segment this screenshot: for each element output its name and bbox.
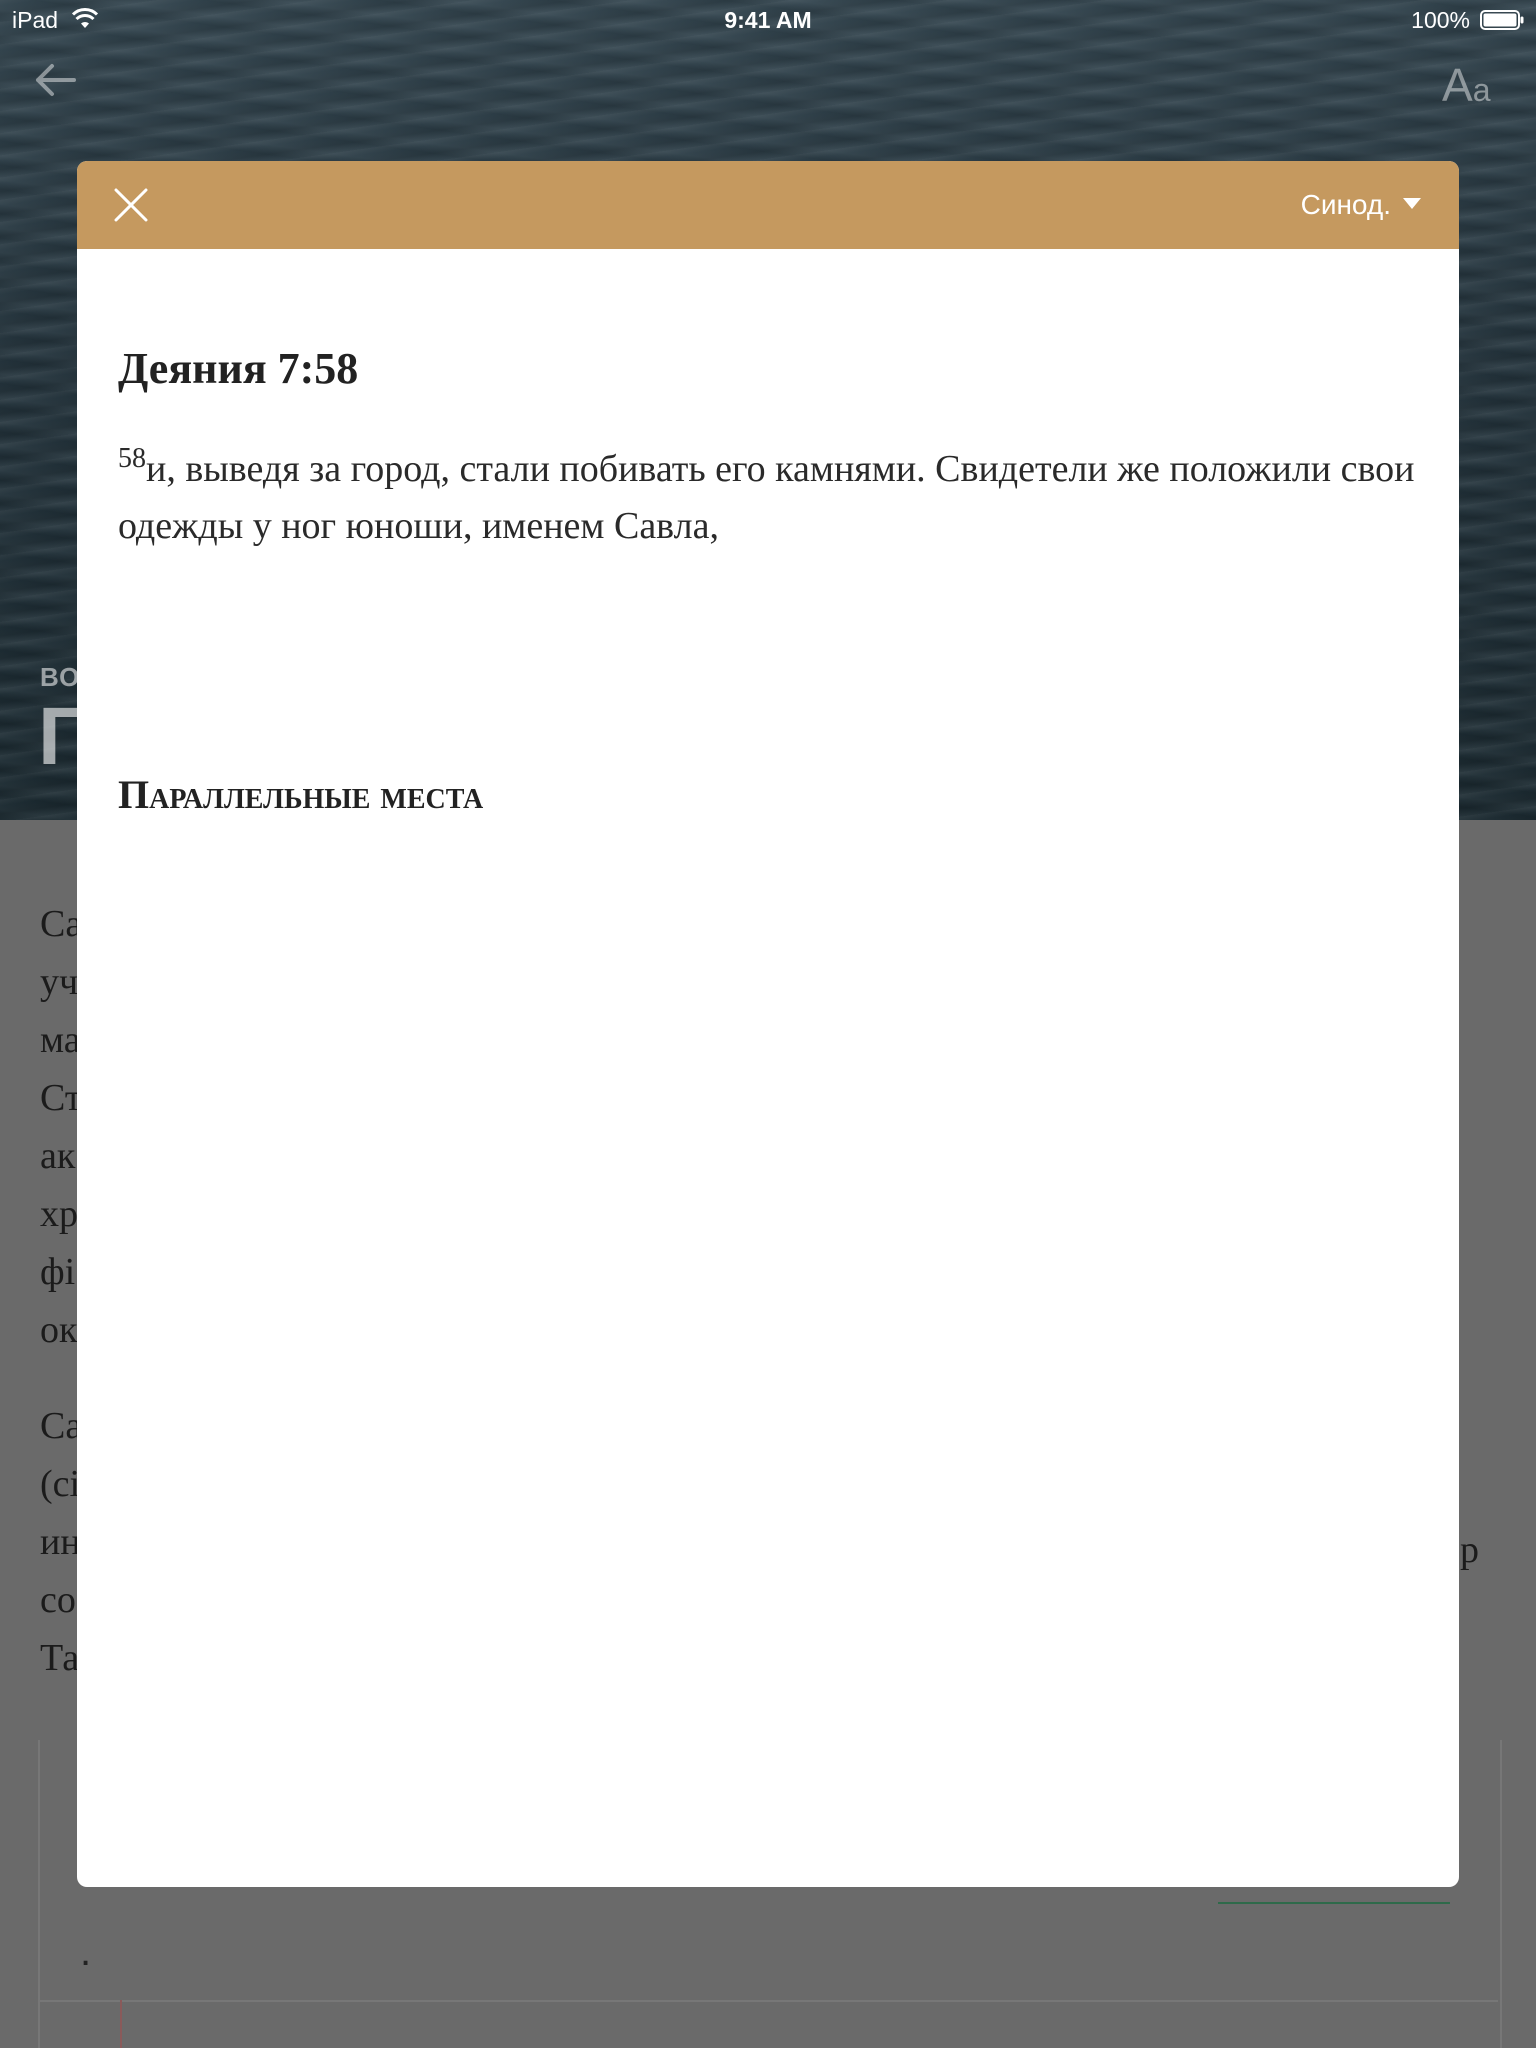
screen: iPad 9:41 AM 100% Aa ВО Г Са уч ма Ст ак…	[0, 0, 1536, 2048]
close-icon[interactable]	[111, 185, 151, 225]
article-line: Ст	[40, 1077, 82, 1119]
hero-kicker: ВО	[40, 662, 81, 692]
article-line: со	[40, 1579, 76, 1621]
verse-text-block: 58и, выведя за город, стали побивать его…	[118, 441, 1418, 555]
article-line: ма	[40, 1019, 81, 1061]
verse-reference: Деяния 7:58	[118, 344, 359, 393]
verse-modal: Синод. Деяния 7:58 58и, выведя за город,…	[77, 161, 1459, 1887]
background-link-underline	[1218, 1902, 1450, 1904]
background-dot: .	[80, 1930, 92, 1974]
article-line: Са	[40, 1405, 83, 1447]
article-line-fragment: р	[1460, 1529, 1479, 1571]
status-bar: iPad 9:41 AM 100%	[0, 0, 1536, 40]
article-line: Са	[40, 903, 83, 945]
font-size-icon-small: a	[1472, 72, 1491, 108]
article-line: фі	[40, 1251, 76, 1293]
article-line: ин	[40, 1521, 81, 1563]
verse-number: 58	[118, 443, 146, 474]
background-card-divider	[38, 2000, 1498, 2002]
article-line: ок	[40, 1309, 78, 1351]
status-time: 9:41 AM	[724, 7, 812, 33]
parallel-passages-heading: Параллельные места	[118, 772, 484, 817]
verse-text: и, выведя за город, стали побивать его к…	[118, 448, 1415, 547]
article-line: Та	[40, 1637, 80, 1679]
battery-icon	[1480, 10, 1524, 30]
article-line: хр	[40, 1193, 78, 1235]
article-line: (сі	[40, 1463, 81, 1505]
translation-label: Синод.	[1300, 189, 1391, 220]
font-size-button[interactable]: Aa	[1442, 58, 1512, 111]
translation-dropdown[interactable]: Синод.	[1301, 185, 1421, 225]
modal-header: Синод.	[77, 161, 1459, 249]
article-line: уч	[40, 961, 79, 1003]
article-line: ак	[40, 1135, 76, 1177]
background-card-column-divider	[120, 2000, 122, 2048]
font-size-icon-big: A	[1442, 59, 1473, 111]
caret-down-icon	[1403, 197, 1421, 209]
battery-percent: 100%	[1411, 7, 1470, 33]
back-arrow-icon[interactable]	[30, 60, 80, 100]
